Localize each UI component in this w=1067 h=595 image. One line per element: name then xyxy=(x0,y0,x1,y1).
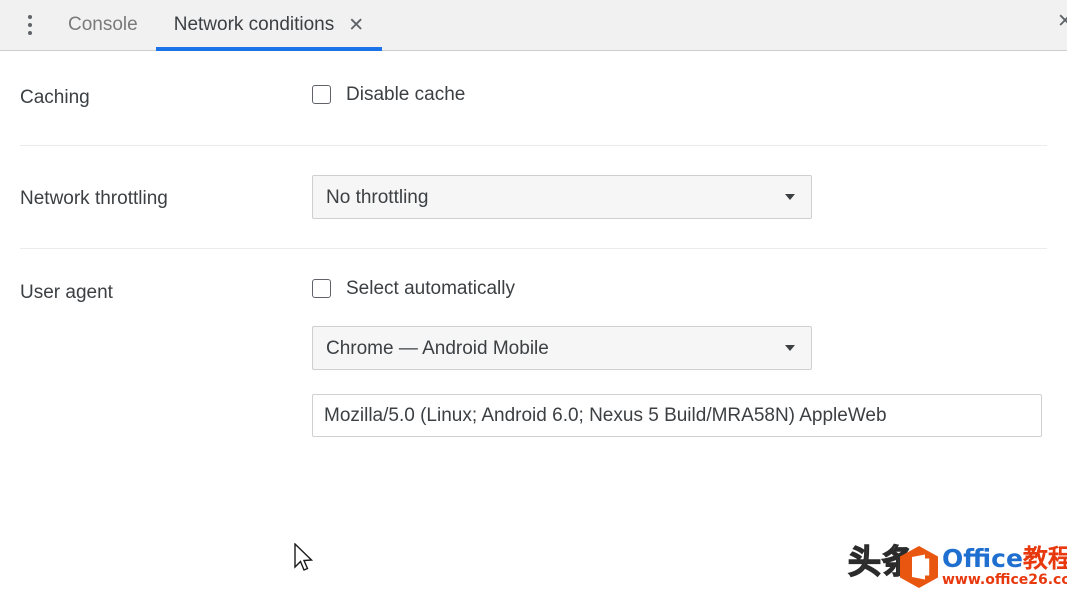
panel-close-icon[interactable]: ✕ xyxy=(1057,12,1067,31)
disable-cache-checkbox-row[interactable]: Disable cache xyxy=(312,85,1047,104)
select-automatically-label: Select automatically xyxy=(346,279,515,298)
watermark-office-label: Office教程网 xyxy=(942,546,1067,571)
disable-cache-label: Disable cache xyxy=(346,85,465,104)
user-agent-string-input[interactable]: Mozilla/5.0 (Linux; Android 6.0; Nexus 5… xyxy=(312,394,1042,437)
watermark-office-url: www.office26.com xyxy=(942,573,1067,587)
select-automatically-checkbox-row[interactable]: Select automatically xyxy=(312,279,1047,298)
user-agent-preset-select[interactable]: Chrome — Android Mobile xyxy=(312,326,812,370)
kebab-dot xyxy=(28,15,32,19)
mouse-pointer-icon xyxy=(293,543,315,575)
watermark-toutiao-text: 头条 xyxy=(848,545,916,578)
office-hexagon-icon xyxy=(898,545,940,589)
caching-label: Caching xyxy=(20,85,312,107)
devtools-tabstrip: Console Network conditions ✕ ✕ xyxy=(0,0,1067,51)
row-caching: Caching Disable cache xyxy=(0,51,1067,145)
kebab-dot xyxy=(28,31,32,35)
select-automatically-checkbox[interactable] xyxy=(312,279,331,298)
row-user-agent: User agent Select automatically Chrome —… xyxy=(0,249,1067,509)
throttling-select[interactable]: No throttling xyxy=(312,175,812,219)
network-throttling-label: Network throttling xyxy=(20,175,312,208)
watermark-office-red: 教程网 xyxy=(1023,544,1067,573)
network-conditions-panel: Console Network conditions ✕ ✕ Caching D… xyxy=(0,0,1067,595)
watermark-office-blue: Office xyxy=(942,544,1023,573)
settings-body: Caching Disable cache Network throttling… xyxy=(0,51,1067,509)
user-agent-content: Select automatically Chrome — Android Mo… xyxy=(312,279,1047,437)
row-network-throttling: Network throttling No throttling xyxy=(0,146,1067,248)
chevron-down-icon xyxy=(785,194,795,200)
disable-cache-checkbox[interactable] xyxy=(312,85,331,104)
tab-console[interactable]: Console xyxy=(50,0,156,51)
close-icon[interactable]: ✕ xyxy=(348,16,364,35)
chevron-down-icon xyxy=(785,345,795,351)
kebab-dot xyxy=(28,23,32,27)
user-agent-preset-value: Chrome — Android Mobile xyxy=(313,339,785,358)
throttling-select-value: No throttling xyxy=(313,188,785,207)
tab-network-conditions-label: Network conditions xyxy=(174,14,335,36)
watermark-group: 头条 Office教程网 www.office26.com xyxy=(848,539,1063,591)
tab-network-conditions[interactable]: Network conditions ✕ xyxy=(156,0,382,51)
more-vertical-icon[interactable] xyxy=(10,0,50,51)
user-agent-string-value: Mozilla/5.0 (Linux; Android 6.0; Nexus 5… xyxy=(313,406,887,425)
tab-console-label: Console xyxy=(68,14,138,36)
caching-content: Disable cache xyxy=(312,85,1047,104)
network-throttling-content: No throttling xyxy=(312,175,1047,219)
watermark-office26: Office教程网 www.office26.com xyxy=(898,541,1063,589)
user-agent-label: User agent xyxy=(20,279,312,302)
